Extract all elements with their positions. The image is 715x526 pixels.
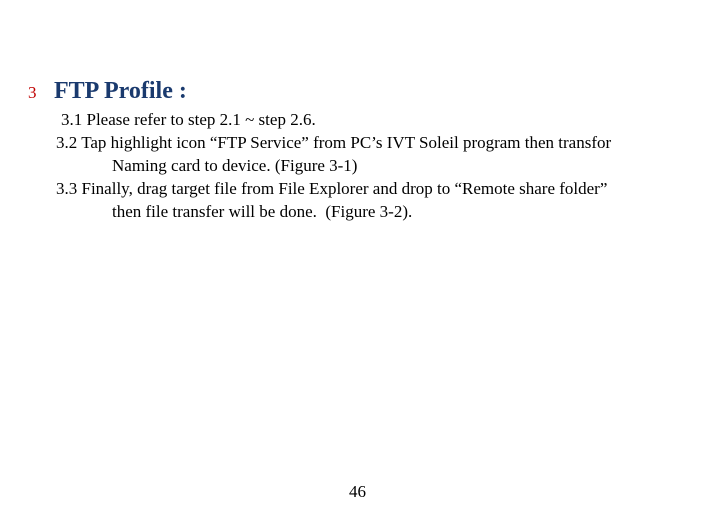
step-3-3-line1: 3.3 Finally, drag target file from File …: [28, 178, 695, 201]
section-number: 3: [28, 83, 54, 103]
section-title: FTP Profile :: [54, 78, 187, 105]
body-text: 3.1 Please refer to step 2.1 ~ step 2.6.…: [28, 109, 695, 224]
section-header: 3 FTP Profile :: [28, 78, 695, 105]
page-number: 46: [0, 482, 715, 502]
step-3-2-line1: 3.2 Tap highlight icon “FTP Service” fro…: [28, 132, 695, 155]
step-3-1: 3.1 Please refer to step 2.1 ~ step 2.6.: [28, 109, 695, 132]
step-3-3-line2: then file transfer will be done. (Figure…: [28, 201, 695, 224]
step-3-2-line2: Naming card to device. (Figure 3-1): [28, 155, 695, 178]
